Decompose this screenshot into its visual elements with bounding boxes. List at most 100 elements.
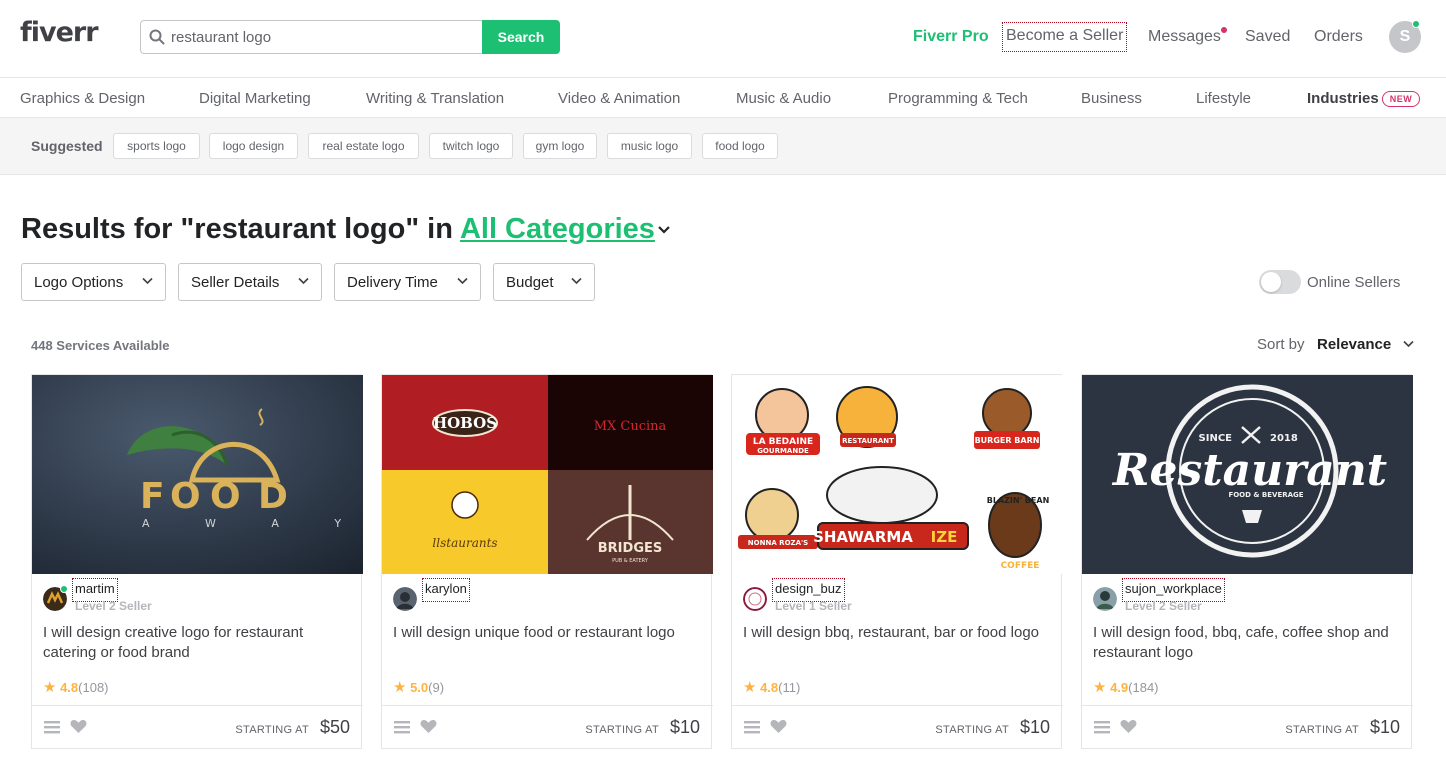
gig-card[interactable]: SINCE 2018 Restaurant FOOD & BEVERAGE su… <box>1081 374 1413 750</box>
seller-name[interactable]: design_buz <box>772 578 845 602</box>
seller-avatar[interactable] <box>1093 587 1117 611</box>
rating-score: 4.9 <box>1110 680 1129 695</box>
rating-score: 5.0 <box>410 680 429 695</box>
heart-icon[interactable] <box>420 719 437 734</box>
gig-title[interactable]: I will design creative logo for restaura… <box>43 623 348 663</box>
filter-seller-details[interactable]: Seller Details <box>178 263 322 301</box>
suggested-chip[interactable]: twitch logo <box>429 133 513 159</box>
gig-title[interactable]: I will design unique food or restaurant … <box>393 623 698 643</box>
gig-image[interactable]: F O O D A W A Y <box>32 375 363 574</box>
category-writing-translation[interactable]: Writing & Translation <box>366 90 504 107</box>
menu-icon[interactable] <box>744 720 760 734</box>
rating-count: (184) <box>1128 680 1159 695</box>
online-sellers-toggle[interactable] <box>1259 270 1301 294</box>
sort-dropdown[interactable]: Relevance <box>1317 336 1391 353</box>
gig-card[interactable]: F O O D A W A Y martim Level 2 Seller I … <box>31 374 363 750</box>
category-graphics-design[interactable]: Graphics & Design <box>20 90 145 107</box>
gig-card[interactable]: LA BEDAINE GOURMANDE RESTAURANT BURGER B… <box>731 374 1063 749</box>
suggested-chip[interactable]: gym logo <box>523 133 597 159</box>
search-box <box>140 20 482 54</box>
logo-text: BLAZIN' BEAN <box>987 496 1050 505</box>
logo-text: MX Cucina <box>594 419 667 434</box>
logo-text: IZE <box>931 528 958 546</box>
seller-online-dot <box>60 585 68 593</box>
search-icon <box>149 29 165 45</box>
card-footer: STARTING AT $10 <box>1082 705 1413 750</box>
heart-icon[interactable] <box>70 719 87 734</box>
starting-at-label: STARTING AT <box>935 724 1009 736</box>
top-header: fiverr Search Fiverr Pro Become a Seller… <box>0 0 1446 78</box>
gig-title[interactable]: I will design food, bbq, cafe, coffee sh… <box>1093 623 1398 663</box>
category-video-animation[interactable]: Video & Animation <box>558 90 680 107</box>
fiverr-logo[interactable]: fiverr <box>20 17 99 48</box>
seller-name[interactable]: martim <box>72 578 118 602</box>
seller-avatar[interactable] <box>393 587 417 611</box>
logo-text: Restaurant <box>1111 445 1387 496</box>
gig-title[interactable]: I will design bbq, restaurant, bar or fo… <box>743 623 1048 643</box>
all-categories-link[interactable]: All Categories <box>460 213 655 245</box>
filter-label: Budget <box>506 273 554 291</box>
chevron-down-icon <box>142 277 153 285</box>
filter-budget[interactable]: Budget <box>493 263 595 301</box>
suggested-chip[interactable]: music logo <box>607 133 692 159</box>
become-seller-link[interactable]: Become a Seller <box>1001 22 1128 52</box>
menu-icon[interactable] <box>44 720 60 734</box>
gig-rating: ★ 4.9(184) <box>1093 678 1159 696</box>
star-icon: ★ <box>743 679 757 696</box>
search-button[interactable]: Search <box>482 20 560 54</box>
menu-icon[interactable] <box>1094 720 1110 734</box>
logo-text: COFFEE <box>1001 561 1040 571</box>
search-input[interactable] <box>169 21 469 53</box>
filter-label: Logo Options <box>34 273 124 291</box>
category-music-audio[interactable]: Music & Audio <box>736 90 831 107</box>
suggested-chip[interactable]: logo design <box>209 133 298 159</box>
category-programming-tech[interactable]: Programming & Tech <box>888 90 1028 107</box>
star-icon: ★ <box>1093 679 1107 696</box>
suggested-chip[interactable]: sports logo <box>113 133 200 159</box>
logo-text: NONNA ROZA'S <box>748 539 808 547</box>
results-prefix: Results for "restaurant logo" in <box>21 213 460 245</box>
orders-link[interactable]: Orders <box>1314 28 1363 46</box>
chevron-down-icon <box>571 277 582 285</box>
gig-price: $50 <box>319 717 350 737</box>
category-industries[interactable]: Industries <box>1307 90 1379 107</box>
menu-icon[interactable] <box>394 720 410 734</box>
seller-avatar[interactable] <box>743 587 767 611</box>
chevron-down-icon <box>298 277 309 285</box>
suggested-bar: Suggested sports logo logo design real e… <box>0 118 1446 175</box>
saved-link[interactable]: Saved <box>1245 28 1290 46</box>
chevron-down-icon[interactable] <box>657 225 671 235</box>
seller-name[interactable]: karylon <box>422 578 470 602</box>
gig-image[interactable]: SINCE 2018 Restaurant FOOD & BEVERAGE <box>1082 375 1413 574</box>
toggle-knob <box>1261 272 1281 292</box>
category-business[interactable]: Business <box>1081 90 1142 107</box>
suggested-chip[interactable]: real estate logo <box>308 133 419 159</box>
logo-text: BRIDGES <box>598 541 662 556</box>
online-status-dot <box>1412 20 1420 28</box>
filter-delivery-time[interactable]: Delivery Time <box>334 263 481 301</box>
filter-logo-options[interactable]: Logo Options <box>21 263 166 301</box>
chevron-down-icon[interactable] <box>1403 340 1414 348</box>
logo-text: O <box>170 476 201 517</box>
category-lifestyle[interactable]: Lifestyle <box>1196 90 1251 107</box>
logo-text: RESTAURANT <box>842 437 894 445</box>
starting-at-label: STARTING AT <box>585 724 659 736</box>
fiverr-pro-link[interactable]: Fiverr Pro <box>913 28 989 46</box>
heart-icon[interactable] <box>1120 719 1137 734</box>
gig-card[interactable]: HOBOS MX Cucina llstaurants BRIDGES PUB … <box>381 374 713 749</box>
rating-score: 4.8 <box>760 680 779 695</box>
logo-text: GOURMANDE <box>757 447 809 455</box>
suggested-label: Suggested <box>31 138 103 154</box>
suggested-chip[interactable]: food logo <box>702 133 778 159</box>
gig-image[interactable]: HOBOS MX Cucina llstaurants BRIDGES PUB … <box>382 375 713 574</box>
logo-text: SHAWARMA <box>813 528 913 546</box>
gig-image[interactable]: LA BEDAINE GOURMANDE RESTAURANT BURGER B… <box>732 375 1063 574</box>
category-digital-marketing[interactable]: Digital Marketing <box>199 90 311 107</box>
messages-link[interactable]: Messages <box>1148 28 1221 46</box>
heart-icon[interactable] <box>770 719 787 734</box>
seller-level: Level 1 Seller <box>775 599 852 613</box>
gig-price: $10 <box>1019 717 1050 737</box>
seller-name[interactable]: sujon_workplace <box>1122 578 1225 602</box>
card-footer: STARTING AT $50 <box>32 705 363 750</box>
starting-at-label: STARTING AT <box>1285 724 1359 736</box>
